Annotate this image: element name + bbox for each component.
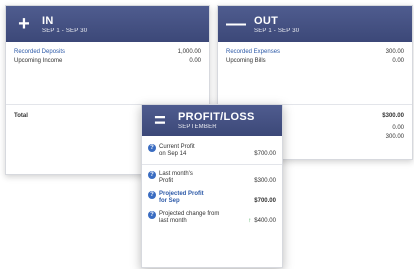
upcoming-bills-label: Upcoming Bills — [226, 58, 266, 64]
out-extra-value-1: 0.00 — [392, 125, 404, 131]
profit-card-header: = PROFIT/LOSS SEPTEMBER — [142, 105, 282, 136]
out-card-title: OUT — [254, 14, 279, 27]
equals-icon: = — [154, 109, 166, 132]
upcoming-bills-value: 0.00 — [392, 58, 404, 64]
projected-change-label-1: Projected change from — [159, 211, 220, 217]
minus-icon: — — [226, 13, 246, 35]
recorded-expenses-link[interactable]: Recorded Expenses — [226, 48, 280, 57]
help-icon[interactable]: ? — [148, 144, 156, 152]
help-icon[interactable]: ? — [148, 211, 156, 219]
in-card-date-range: SEP 1 - SEP 30 — [42, 27, 88, 34]
last-month-label-2: Profit — [159, 178, 174, 184]
upcoming-bills-row: Upcoming Bills 0.00 — [218, 57, 412, 66]
last-month-label-1: Last month's — [159, 171, 193, 177]
projected-change-label-2: last month — [159, 218, 187, 224]
out-card-date-range: SEP 1 - SEP 30 — [254, 27, 300, 34]
out-card-header: — OUT SEP 1 - SEP 30 — [218, 6, 412, 42]
upcoming-income-row: Upcoming Income 0.00 — [6, 57, 209, 66]
out-total-value: $300.00 — [382, 113, 404, 119]
upcoming-income-value: 0.00 — [189, 58, 201, 64]
in-card-title: IN — [42, 14, 54, 27]
projected-profit-label-1: Projected Profit — [159, 191, 204, 197]
in-total-label: Total — [14, 113, 28, 119]
current-profit-value: $700.00 — [254, 151, 276, 157]
projected-profit-item: ? Projected Profit for Sep $700.00 — [142, 191, 282, 205]
profit-card-subtitle: SEPTEMBER — [178, 124, 217, 130]
help-icon[interactable]: ? — [148, 191, 156, 199]
last-month-profit-item: ? Last month's Profit $300.00 — [142, 171, 282, 185]
profit-loss-card: = PROFIT/LOSS SEPTEMBER ? Current Profit… — [141, 104, 283, 268]
current-profit-label-2: on Sep 14 — [159, 151, 187, 157]
upcoming-income-label: Upcoming Income — [14, 58, 63, 64]
current-profit-label-1: Current Profit — [159, 144, 195, 150]
up-arrow-icon: ↑ — [248, 218, 252, 224]
help-icon[interactable]: ? — [148, 171, 156, 179]
recorded-expenses-value: 300.00 — [385, 49, 404, 55]
recorded-deposits-link[interactable]: Recorded Deposits — [14, 48, 65, 57]
in-card-header: + IN SEP 1 - SEP 30 — [6, 6, 209, 42]
projected-profit-label-2: for Sep — [159, 198, 180, 204]
projected-change-value: $400.00 — [254, 218, 276, 224]
out-extra-value-2: 300.00 — [385, 134, 404, 140]
recorded-expenses-row: Recorded Expenses 300.00 — [218, 48, 412, 57]
projected-profit-value: $700.00 — [254, 198, 276, 204]
projected-change-item: ? Projected change from last month ↑ $400… — [142, 211, 282, 225]
profit-divider — [142, 164, 282, 165]
last-month-value: $300.00 — [254, 178, 276, 184]
plus-icon: + — [18, 13, 30, 35]
recorded-deposits-row: Recorded Deposits 1,000.00 — [6, 48, 209, 57]
recorded-deposits-value: 1,000.00 — [177, 49, 201, 55]
current-profit-item: ? Current Profit on Sep 14 $700.00 — [142, 144, 282, 158]
profit-card-title: PROFIT/LOSS — [178, 111, 255, 123]
